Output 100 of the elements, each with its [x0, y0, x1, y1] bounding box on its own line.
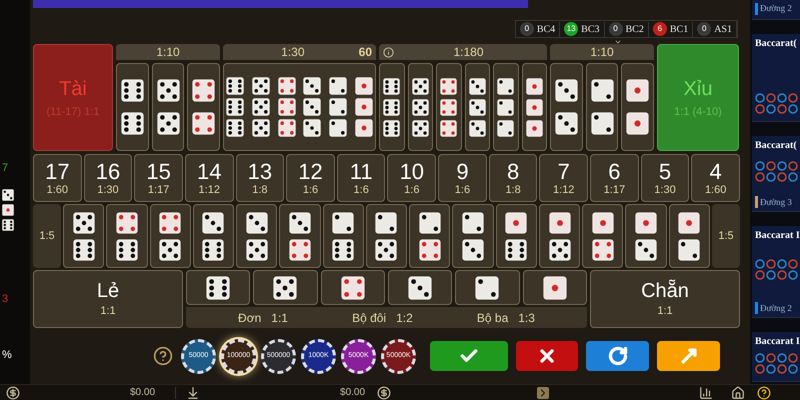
- table-card[interactable]: Đường 2: [752, 0, 800, 20]
- sum-bet-button[interactable]: 5 1:30: [640, 154, 690, 202]
- dollar-icon[interactable]: [377, 386, 392, 400]
- table-card[interactable]: Baccarat I Đường 2: [752, 226, 800, 318]
- repeat-button[interactable]: [586, 341, 649, 371]
- bet-label: Bộ ba: [476, 310, 508, 326]
- single-bet[interactable]: [522, 270, 587, 305]
- confirm-button[interactable]: [430, 341, 508, 371]
- counter-label: BC2: [626, 22, 644, 36]
- combo-bet[interactable]: [668, 204, 710, 268]
- bet-label: Bộ đôi: [352, 310, 386, 326]
- cancel-button[interactable]: [516, 341, 578, 371]
- road-label: Đường 2: [760, 302, 792, 315]
- sum-bet-button[interactable]: 9 1:6: [438, 154, 487, 202]
- chart-icon[interactable]: [699, 386, 714, 400]
- road-label: Đường 3: [760, 196, 792, 209]
- sum-bet-button[interactable]: 10 1:6: [387, 154, 436, 202]
- table-card[interactable]: Baccarat(: [752, 34, 800, 122]
- counter-badge: 6: [652, 22, 667, 36]
- road-label: Đường 2: [760, 2, 792, 15]
- countdown: 60: [358, 44, 372, 61]
- coin-icon: [6, 386, 20, 400]
- sum-bet-button[interactable]: 14 1:12: [184, 154, 234, 202]
- odds-label: 1:5: [712, 204, 740, 268]
- home-icon[interactable]: [731, 386, 746, 400]
- table-card[interactable]: Baccarat( Đường 3: [752, 136, 800, 212]
- help-icon[interactable]: [757, 386, 772, 400]
- combo-bet[interactable]: [582, 204, 624, 268]
- info-icon[interactable]: [383, 46, 394, 58]
- table-title: Baccarat(: [755, 139, 797, 153]
- combo-bet[interactable]: [279, 204, 321, 268]
- odds-header: 1:10: [589, 44, 615, 61]
- rotate-icon: [608, 346, 628, 366]
- counter-label: BC1: [670, 22, 688, 36]
- counter-badge: 13: [564, 22, 578, 36]
- table-title: Baccarat(: [755, 37, 797, 51]
- table-card[interactable]: Baccarat I: [752, 332, 800, 382]
- counter-badge: 0: [697, 22, 712, 36]
- triple-bet[interactable]: [436, 63, 462, 151]
- odds-header: 1:30: [280, 44, 306, 61]
- expand-icon[interactable]: [537, 386, 550, 398]
- single-bet[interactable]: [388, 270, 452, 305]
- triple-bet[interactable]: [522, 63, 547, 151]
- counter-label: BC3: [581, 22, 600, 36]
- counter-badge: 0: [520, 22, 534, 36]
- stat-value: 7: [2, 161, 8, 176]
- sum-bet-button[interactable]: 17 1:60: [33, 154, 82, 202]
- combo-bet[interactable]: [322, 204, 364, 268]
- counter-label: AS1: [714, 22, 732, 36]
- odds-text: 1:1: [271, 310, 288, 326]
- double-bet[interactable]: [116, 63, 149, 151]
- single-bet[interactable]: [186, 270, 250, 305]
- combo-bet[interactable]: [192, 204, 234, 268]
- bet-label: Đơn: [238, 310, 262, 326]
- sum-bet-button[interactable]: 6 1:17: [590, 154, 639, 202]
- combo-bet[interactable]: [63, 204, 104, 268]
- double-bet[interactable]: [586, 63, 618, 151]
- odds-header: 1:10: [155, 44, 181, 61]
- combo-bet[interactable]: [452, 204, 494, 268]
- combo-bet[interactable]: [409, 204, 450, 268]
- triple-bet[interactable]: [464, 63, 490, 151]
- double-bet[interactable]: [621, 63, 654, 151]
- odds-text: 1:2: [396, 310, 413, 326]
- triple-bet[interactable]: [379, 63, 404, 151]
- odds-text: 1:3: [518, 310, 535, 326]
- table-title: Baccarat I: [755, 229, 797, 243]
- counter-label: BC4: [536, 22, 556, 36]
- any-triple-bet[interactable]: [223, 63, 376, 151]
- stat-value: 3: [2, 292, 8, 306]
- double-bet[interactable]: [187, 63, 220, 151]
- sum-bet-button[interactable]: 8 1:8: [488, 154, 538, 202]
- single-bet[interactable]: [455, 270, 520, 305]
- triple-bet[interactable]: [493, 63, 518, 151]
- sum-bet-button[interactable]: 15 1:17: [134, 154, 183, 202]
- download-icon: [186, 386, 200, 400]
- odd-bet-button[interactable]: Lẻ 1:1: [33, 270, 183, 328]
- sum-bet-button[interactable]: 7 1:12: [539, 154, 588, 202]
- combo-bet[interactable]: [625, 204, 667, 268]
- combo-bet[interactable]: [106, 204, 148, 268]
- sum-bet-button[interactable]: 11 1:6: [336, 154, 386, 202]
- double-bet[interactable]: [550, 63, 583, 151]
- single-bet[interactable]: [253, 270, 318, 305]
- combo-bet[interactable]: [150, 204, 191, 268]
- single-bet[interactable]: [320, 270, 385, 305]
- sum-bet-button[interactable]: 4 1:60: [691, 154, 740, 202]
- sum-bet-button[interactable]: 12 1:6: [286, 154, 335, 202]
- odds-header: 1:180: [452, 44, 485, 61]
- triple-bet[interactable]: [408, 63, 433, 151]
- combo-bet[interactable]: [496, 204, 537, 268]
- combo-bet[interactable]: [236, 204, 278, 268]
- sum-bet-button[interactable]: 13 1:8: [236, 154, 284, 202]
- sum-bet-button[interactable]: 16 1:30: [84, 154, 132, 202]
- combo-bet[interactable]: [366, 204, 408, 268]
- even-bet-button[interactable]: Chẵn 1:1: [590, 270, 740, 328]
- stat-value: %: [2, 348, 12, 363]
- double-bet[interactable]: [152, 63, 184, 151]
- combo-bet[interactable]: [538, 204, 580, 268]
- odds-label: 1:5: [33, 204, 61, 268]
- balance: $0.00: [130, 386, 156, 400]
- help-icon[interactable]: [153, 346, 173, 366]
